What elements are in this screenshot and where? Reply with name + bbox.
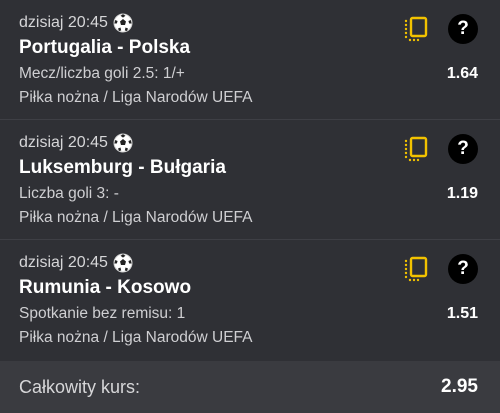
bet-odds: 1.51 [446,305,478,322]
bet-item: dzisiaj 20:45 Portugalia - Polska Mecz/l… [0,0,500,120]
league-name: Piłka nożna / Liga Narodów UEFA [19,89,253,106]
league-name: Piłka nożna / Liga Narodów UEFA [19,209,253,226]
help-icon: ? [457,138,469,159]
bet-time: dzisiaj 20:45 [19,254,108,271]
bet-market: Mecz/liczba goli 2.5: 1/+ [19,65,185,82]
help-button[interactable]: ? [448,14,478,44]
soccer-ball-icon [113,253,133,273]
bet-odds: 1.64 [446,65,478,82]
bet-market: Liczba goli 3: - [19,185,119,202]
match-name: Rumunia - Kosowo [19,277,192,298]
bet-time-row: dzisiaj 20:45 [19,252,133,274]
statistics-icon[interactable] [400,13,430,43]
bet-time-row: dzisiaj 20:45 [19,132,133,154]
bet-slip: dzisiaj 20:45 Portugalia - Polska Mecz/l… [0,0,500,413]
soccer-ball-icon [113,133,133,153]
total-odds-bar: Całkowity kurs: 2.95 [0,361,500,413]
bet-time: dzisiaj 20:45 [19,134,108,151]
bet-odds: 1.19 [446,185,478,202]
match-name: Portugalia - Polska [19,37,191,58]
match-name: Luksemburg - Bułgaria [19,157,226,178]
bet-item: dzisiaj 20:45 Luksemburg - Bułgaria Licz… [0,120,500,240]
bet-item: dzisiaj 20:45 Rumunia - Kosowo Spotkanie… [0,240,500,361]
total-odds-value: 2.95 [441,376,478,397]
help-icon: ? [457,258,469,279]
soccer-ball-icon [113,13,133,33]
bet-time: dzisiaj 20:45 [19,14,108,31]
help-icon: ? [457,18,469,39]
bet-market: Spotkanie bez remisu: 1 [19,305,186,322]
help-button[interactable]: ? [448,254,478,284]
total-odds-label: Całkowity kurs: [19,376,141,397]
statistics-icon[interactable] [400,133,430,163]
help-button[interactable]: ? [448,134,478,164]
statistics-icon[interactable] [400,253,430,283]
bet-time-row: dzisiaj 20:45 [19,12,133,34]
league-name: Piłka nożna / Liga Narodów UEFA [19,329,253,346]
